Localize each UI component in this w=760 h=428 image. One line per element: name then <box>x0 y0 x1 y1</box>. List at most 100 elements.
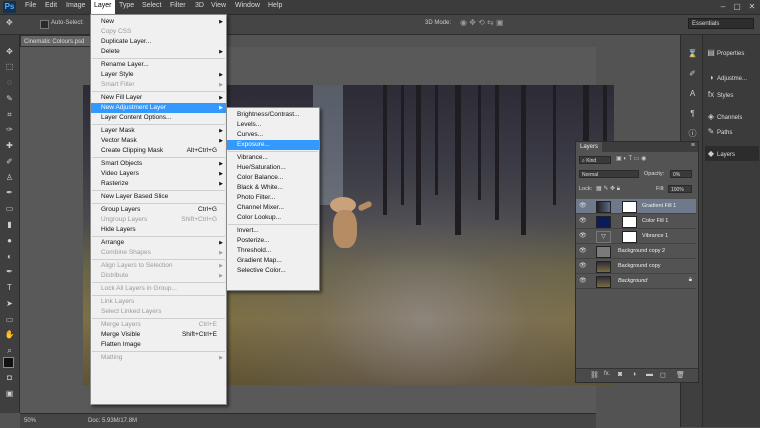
blend-mode-dropdown[interactable]: Normal <box>579 170 639 178</box>
menu-item-threshold[interactable]: Threshold... <box>227 246 319 256</box>
menu-item-duplicate-layer[interactable]: Duplicate Layer... <box>91 37 226 47</box>
menu-item-levels[interactable]: Levels... <box>227 120 319 130</box>
panel-channels[interactable]: ◈ Channels <box>705 109 759 124</box>
dodge-icon[interactable]: ◐ <box>4 252 15 262</box>
eyedropper-icon[interactable]: ✑ <box>4 125 15 135</box>
crop-icon[interactable]: ⌗ <box>4 110 15 120</box>
link-icon[interactable]: ⛓︎ <box>590 371 599 379</box>
opacity-field[interactable]: 0% <box>670 170 692 178</box>
panel-paths[interactable]: ✎ Paths <box>705 124 759 139</box>
menu-item-vector-mask[interactable]: Vector Mask ▶ <box>91 136 226 146</box>
3d-tools-icons[interactable]: ◉ ✥ ⟲ ⇆ ▣ <box>460 18 504 27</box>
foreground-color[interactable] <box>3 357 14 368</box>
paragraph-icon[interactable]: ¶ <box>687 109 698 119</box>
menu-image[interactable]: Image <box>66 2 85 9</box>
layer-row[interactable]: 👁︎ Background copy <box>576 259 696 274</box>
minimize-icon[interactable]: – <box>716 2 730 12</box>
info-icon[interactable]: ⓘ <box>687 129 698 139</box>
move-icon[interactable]: ✥ <box>4 47 15 57</box>
menu-file[interactable]: File <box>25 2 36 9</box>
character-icon[interactable]: A <box>687 89 698 99</box>
menu-item-new-adjustment-layer[interactable]: New Adjustment Layer ▶ <box>91 103 226 113</box>
screen-mode-icon[interactable]: ▣ <box>4 389 15 399</box>
menu-item-group-layers[interactable]: Group Layers Ctrl+G <box>91 205 226 215</box>
mask-icon[interactable]: ◙ <box>618 371 622 378</box>
menu-item-layer-content-options[interactable]: Layer Content Options... <box>91 113 226 123</box>
menu-type[interactable]: Type <box>119 2 134 9</box>
menu-item-photo-filter[interactable]: Photo Filter... <box>227 193 319 203</box>
workspace-dropdown[interactable]: Essentials <box>688 18 754 29</box>
menu-window[interactable]: Window <box>235 2 260 9</box>
menu-item-layer-style[interactable]: Layer Style ▶ <box>91 70 226 80</box>
brush-icon[interactable]: ✐ <box>4 157 15 167</box>
menu-item-brightness-contrast[interactable]: Brightness/Contrast... <box>227 110 319 120</box>
close-icon[interactable]: ✕ <box>745 2 759 12</box>
menu-item-merge-visible[interactable]: Merge Visible Shift+Ctrl+E <box>91 330 226 340</box>
menu-item-layer-mask[interactable]: Layer Mask ▶ <box>91 126 226 136</box>
menu-filter[interactable]: Filter <box>170 2 186 9</box>
menu-item-rename-layer[interactable]: Rename Layer... <box>91 60 226 70</box>
filter-kind-dropdown[interactable]: ⌕ Kind <box>579 156 611 164</box>
menu-item-invert[interactable]: Invert... <box>227 226 319 236</box>
brush-presets-icon[interactable]: ✐ <box>687 69 698 79</box>
path-select-icon[interactable]: ➤ <box>4 299 15 309</box>
layer-row[interactable]: 👁︎ ▽ Vibrance 1 <box>576 229 696 244</box>
eye-icon[interactable]: 👁︎ <box>579 247 587 254</box>
menu-item-exposure[interactable]: Exposure... <box>227 140 319 150</box>
gradient-icon[interactable]: ▮ <box>4 220 15 230</box>
menu-item-new-fill-layer[interactable]: New Fill Layer ▶ <box>91 93 226 103</box>
menu-item-color-balance[interactable]: Color Balance... <box>227 173 319 183</box>
menu-item-delete[interactable]: Delete ▶ <box>91 47 226 57</box>
menu-item-rasterize[interactable]: Rasterize ▶ <box>91 179 226 189</box>
menu-3d[interactable]: 3D <box>195 2 204 9</box>
eye-icon[interactable]: 👁︎ <box>579 262 587 269</box>
menu-item-create-clipping-mask[interactable]: Create Clipping Mask Alt+Ctrl+G <box>91 146 226 156</box>
menu-item-video-layers[interactable]: Video Layers ▶ <box>91 169 226 179</box>
menu-item-hide-layers[interactable]: Hide Layers <box>91 225 226 235</box>
auto-select-checkbox[interactable] <box>40 20 49 29</box>
eye-icon[interactable]: 👁︎ <box>579 217 587 224</box>
eraser-icon[interactable]: ▭ <box>4 204 15 214</box>
panel-menu-icon[interactable]: ≡ <box>691 142 695 149</box>
menu-help[interactable]: Help <box>268 2 282 9</box>
hand-icon[interactable]: ✋ <box>4 330 15 340</box>
menu-layer[interactable]: Layer <box>91 0 115 14</box>
lasso-icon[interactable]: ◌ <box>4 78 15 88</box>
panel-properties[interactable]: ▤ Properties <box>705 45 759 60</box>
new-layer-icon[interactable]: ◻ <box>660 371 666 379</box>
menu-item-new-layer-based-slice[interactable]: New Layer Based Slice <box>91 192 226 202</box>
pen-icon[interactable]: ✒ <box>4 267 15 277</box>
menu-item-gradient-map[interactable]: Gradient Map... <box>227 256 319 266</box>
menu-item-vibrance[interactable]: Vibrance... <box>227 153 319 163</box>
type-icon[interactable]: T <box>4 283 15 293</box>
menu-view[interactable]: View <box>211 2 226 9</box>
layer-row[interactable]: 👁︎ Background 🔒︎ <box>576 274 696 289</box>
menu-item-channel-mixer[interactable]: Channel Mixer... <box>227 203 319 213</box>
marquee-icon[interactable]: ⬚ <box>4 62 15 72</box>
shape-icon[interactable]: ▭ <box>4 315 15 325</box>
history-icon[interactable]: ⌛ <box>687 49 698 59</box>
menu-item-black-white[interactable]: Black & White... <box>227 183 319 193</box>
menu-item-posterize[interactable]: Posterize... <box>227 236 319 246</box>
zoom-level[interactable]: 50% <box>24 418 36 424</box>
tab-layers[interactable]: Layers <box>576 142 603 152</box>
eye-icon[interactable]: 👁︎ <box>579 277 587 284</box>
quick-mask-icon[interactable]: ◘ <box>4 373 15 383</box>
menu-item-hue-saturation[interactable]: Hue/Saturation... <box>227 163 319 173</box>
panel-styles[interactable]: fx Styles <box>705 87 759 102</box>
eye-icon[interactable]: 👁︎ <box>579 232 587 239</box>
quick-select-icon[interactable]: ✎ <box>4 94 15 104</box>
blur-icon[interactable]: ● <box>4 236 15 246</box>
zoom-icon[interactable]: ⌕ <box>4 346 15 356</box>
eye-icon[interactable]: 👁︎ <box>579 202 587 209</box>
menu-item-flatten-image[interactable]: Flatten Image <box>91 340 226 350</box>
menu-item-selective-color[interactable]: Selective Color... <box>227 266 319 276</box>
folder-icon[interactable]: ▬ <box>646 371 653 378</box>
menu-item-smart-objects[interactable]: Smart Objects ▶ <box>91 159 226 169</box>
menu-item-color-lookup[interactable]: Color Lookup... <box>227 213 319 223</box>
move-tool-icon[interactable]: ✥ <box>6 18 13 27</box>
panel-layers[interactable]: ◆ Layers <box>705 146 759 161</box>
menu-select[interactable]: Select <box>142 2 161 9</box>
menu-item-new[interactable]: New ▶ <box>91 17 226 27</box>
maximize-icon[interactable]: ▢ <box>730 2 744 12</box>
